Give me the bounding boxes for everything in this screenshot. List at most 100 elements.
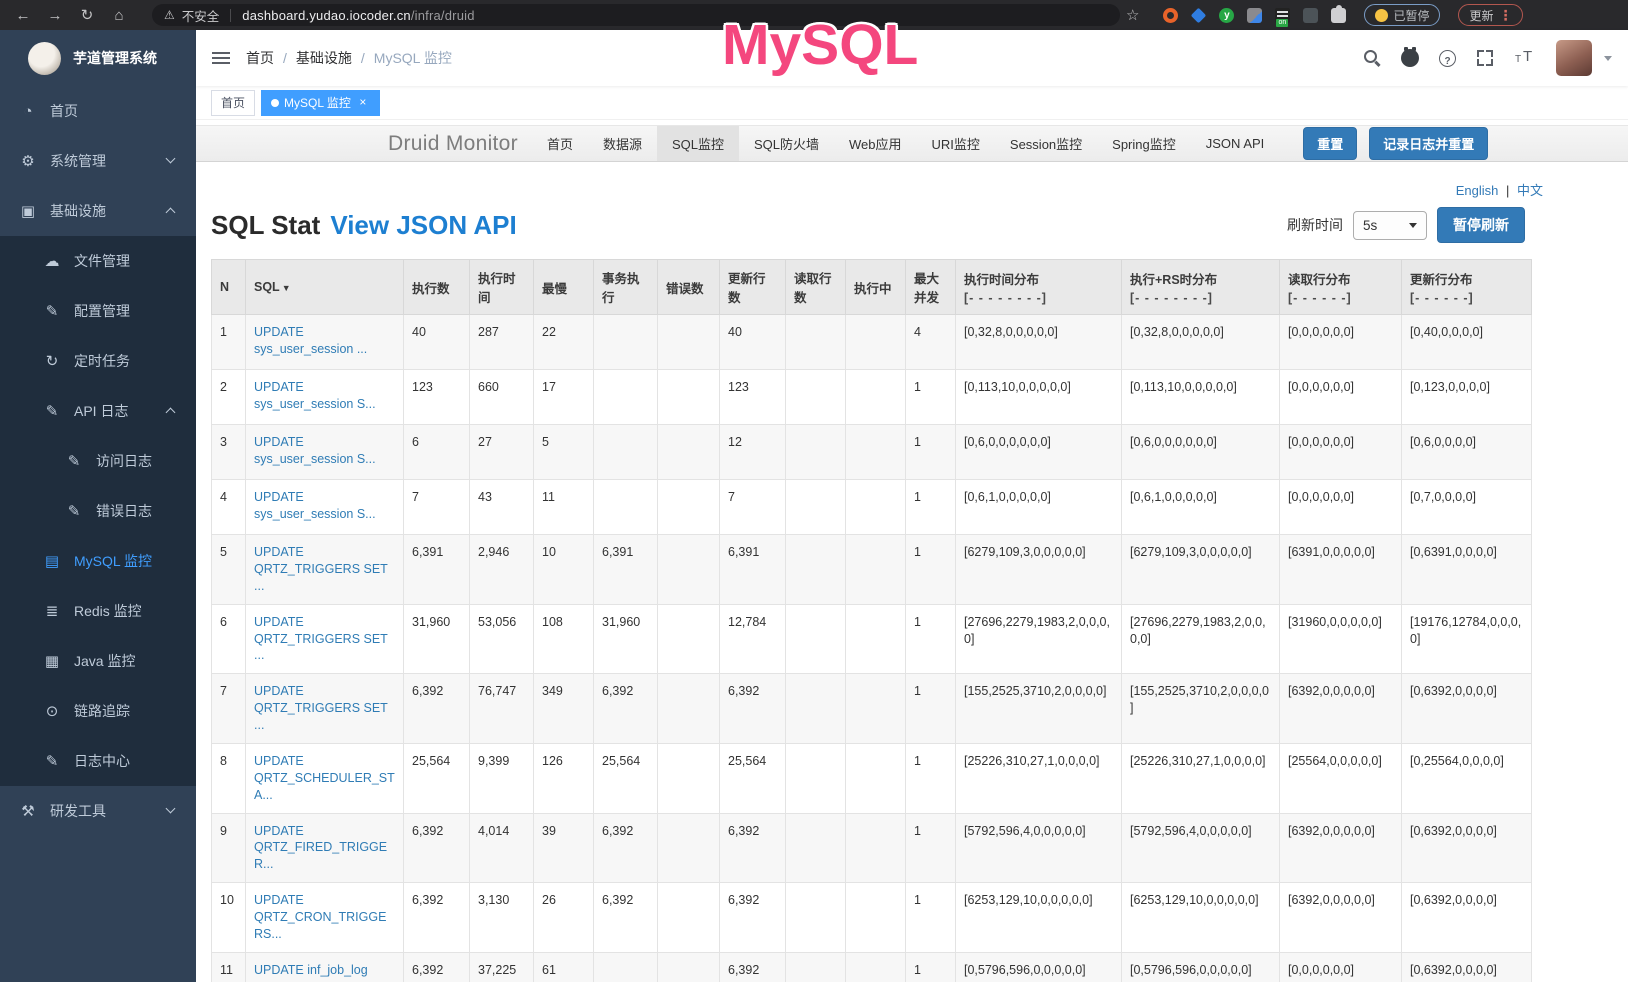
table-cell: 287 xyxy=(470,315,534,370)
sidebar-item-file-upload[interactable]: ☁文件管理 xyxy=(0,236,196,286)
chevron-down-icon[interactable] xyxy=(1604,56,1612,61)
sql-link[interactable]: UPDATE QRTZ_CRON_TRIGGERS... xyxy=(254,893,386,941)
sidebar-item-config-edit[interactable]: ✎配置管理 xyxy=(0,286,196,336)
sidebar-item-scheduled-task[interactable]: ↻定时任务 xyxy=(0,336,196,386)
druid-nav-item[interactable]: JSON API xyxy=(1191,126,1280,161)
druid-nav-item[interactable]: SQL防火墙 xyxy=(739,126,834,161)
table-cell: 8 xyxy=(212,743,246,813)
sidebar-item-java-monitor[interactable]: ▦Java 监控 xyxy=(0,636,196,686)
sidebar-item-gear[interactable]: ⚙系统管理 xyxy=(0,136,196,186)
lang-english-link[interactable]: English xyxy=(1456,183,1499,198)
sidebar-item-access-log[interactable]: ✎访问日志 xyxy=(0,436,196,486)
chevron-down-icon xyxy=(1409,223,1417,228)
sidebar-item-dashboard[interactable]: ◔首页 xyxy=(0,86,196,136)
sidebar-item-mysql-monitor[interactable]: ▤MySQL 监控 xyxy=(0,536,196,586)
extensions-puzzle-icon[interactable] xyxy=(1331,8,1346,23)
user-avatar[interactable] xyxy=(1556,40,1592,76)
sidebar-item-redis-monitor[interactable]: ≣Redis 监控 xyxy=(0,586,196,636)
browser-home-icon[interactable]: ⌂ xyxy=(106,7,132,24)
app-logo-row[interactable]: 芋道管理系统 xyxy=(0,30,196,86)
extension-icon[interactable] xyxy=(1191,7,1207,23)
sidebar-item-log-center[interactable]: ✎日志中心 xyxy=(0,736,196,786)
help-icon[interactable] xyxy=(1439,50,1456,67)
github-icon[interactable] xyxy=(1401,49,1419,67)
address-bar[interactable]: 不安全 dashboard.yudao.iocoder.cn/infra/dru… xyxy=(152,4,1120,26)
table-cell: 123 xyxy=(720,370,786,425)
view-json-api-link[interactable]: View JSON API xyxy=(330,210,516,241)
sql-link[interactable]: UPDATE inf_job_log SET e... xyxy=(254,963,368,982)
sql-link[interactable]: UPDATE sys_user_session S... xyxy=(254,490,376,521)
log-and-reset-button[interactable]: 记录日志并重置 xyxy=(1369,127,1488,160)
table-cell: 22 xyxy=(534,315,594,370)
font-size-icon[interactable] xyxy=(1514,49,1536,67)
browser-update-button[interactable]: 更新 xyxy=(1458,4,1523,26)
breadcrumb-home[interactable]: 首页 xyxy=(246,48,274,68)
sql-link[interactable]: UPDATE sys_user_session S... xyxy=(254,435,376,466)
column-header[interactable]: N xyxy=(212,260,246,315)
close-icon[interactable] xyxy=(356,96,370,110)
sidebar-item-trace[interactable]: ⊙链路追踪 xyxy=(0,686,196,736)
browser-forward-icon[interactable]: → xyxy=(42,7,68,24)
druid-nav-item[interactable]: URI监控 xyxy=(917,126,995,161)
druid-nav-item[interactable]: 首页 xyxy=(532,126,588,161)
column-header[interactable]: 更新行数 xyxy=(720,260,786,315)
browser-back-icon[interactable]: ← xyxy=(10,7,36,24)
profile-paused-badge[interactable]: 已暂停 xyxy=(1364,4,1440,26)
pause-refresh-button[interactable]: 暂停刷新 xyxy=(1437,207,1525,243)
sql-link[interactable]: UPDATE QRTZ_TRIGGERS SET ... xyxy=(254,545,388,593)
table-cell: [0,123,0,0,0,0] xyxy=(1402,370,1532,425)
column-header[interactable]: 读取行数 xyxy=(786,260,846,315)
column-header[interactable]: 错误数 xyxy=(658,260,720,315)
druid-nav-item[interactable]: Session监控 xyxy=(995,126,1097,161)
sql-link[interactable]: UPDATE QRTZ_TRIGGERS SET ... xyxy=(254,615,388,663)
table-cell: 6,392 xyxy=(404,883,470,953)
sql-link[interactable]: UPDATE QRTZ_SCHEDULER_STA... xyxy=(254,754,395,802)
sidebar-item-infrastructure[interactable]: ▣基础设施 xyxy=(0,186,196,236)
sidebar-item-api-log[interactable]: ✎API 日志 xyxy=(0,386,196,436)
sql-link[interactable]: UPDATE QRTZ_FIRED_TRIGGER... xyxy=(254,824,387,872)
column-header[interactable]: 执行+RS时分布[- - - - - - - -] xyxy=(1122,260,1280,315)
druid-nav-item[interactable]: Spring监控 xyxy=(1097,126,1191,161)
reset-button[interactable]: 重置 xyxy=(1303,127,1357,160)
browser-reload-icon[interactable]: ↻ xyxy=(74,6,100,24)
sidebar-item-error-log[interactable]: ✎错误日志 xyxy=(0,486,196,536)
extension-icon[interactable] xyxy=(1275,8,1290,23)
column-header[interactable]: 执行时间 xyxy=(470,260,534,315)
sidebar-item-dev-tools[interactable]: ⚒研发工具 xyxy=(0,786,196,836)
druid-nav-item[interactable]: 数据源 xyxy=(588,126,657,161)
bookmark-star-icon[interactable] xyxy=(1126,6,1139,25)
dashboard-icon: ◔ xyxy=(20,103,36,120)
column-header[interactable]: 执行中 xyxy=(846,260,906,315)
sidebar-item-label: 基础设施 xyxy=(50,201,106,221)
column-header[interactable]: 执行数 xyxy=(404,260,470,315)
column-header[interactable]: 更新行分布[- - - - - -] xyxy=(1402,260,1532,315)
column-header[interactable]: 最慢 xyxy=(534,260,594,315)
column-header[interactable]: 读取行分布[- - - - - -] xyxy=(1280,260,1402,315)
search-icon[interactable] xyxy=(1363,49,1381,67)
breadcrumb-infra[interactable]: 基础设施 xyxy=(296,48,352,68)
tab-home[interactable]: 首页 xyxy=(211,90,255,116)
column-header[interactable]: 执行时间分布[- - - - - - - -] xyxy=(956,260,1122,315)
druid-brand[interactable]: Druid Monitor xyxy=(388,132,518,156)
fullscreen-icon[interactable] xyxy=(1476,49,1494,67)
lang-chinese-link[interactable]: 中文 xyxy=(1517,183,1543,198)
extension-icon[interactable] xyxy=(1247,8,1262,23)
table-cell: 9 xyxy=(212,813,246,883)
sql-link[interactable]: UPDATE QRTZ_TRIGGERS SET ... xyxy=(254,684,388,732)
extension-icon[interactable]: y xyxy=(1219,8,1234,23)
extension-icon[interactable] xyxy=(1303,8,1318,23)
column-header[interactable]: SQL▼ xyxy=(246,260,404,315)
tab-mysql-monitor[interactable]: MySQL 监控 xyxy=(261,90,380,116)
druid-nav-item[interactable]: SQL监控 xyxy=(657,126,739,161)
druid-nav-item[interactable]: Web应用 xyxy=(834,126,917,161)
hamburger-icon[interactable] xyxy=(212,52,230,64)
browser-menu-kebab-icon[interactable] xyxy=(1498,7,1512,24)
column-header[interactable]: 最大并发 xyxy=(906,260,956,315)
table-cell: UPDATE sys_user_session S... xyxy=(246,480,404,535)
refresh-interval-select[interactable]: 5s xyxy=(1353,211,1427,240)
sql-link[interactable]: UPDATE sys_user_session S... xyxy=(254,380,376,411)
column-header[interactable]: 事务执行 xyxy=(594,260,658,315)
extension-icon[interactable] xyxy=(1163,8,1178,23)
table-cell: 6,392 xyxy=(404,674,470,744)
sql-link[interactable]: UPDATE sys_user_session ... xyxy=(254,325,367,356)
